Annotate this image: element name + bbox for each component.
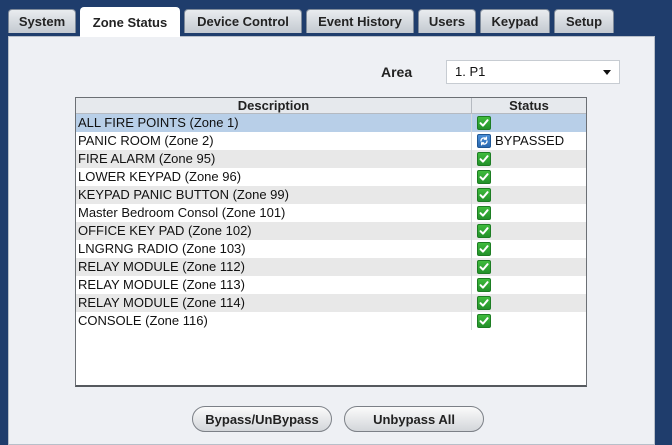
zone-description: RELAY MODULE (Zone 112)	[76, 258, 472, 276]
zone-description: KEYPAD PANIC BUTTON (Zone 99)	[76, 186, 472, 204]
zone-description: ALL FIRE POINTS (Zone 1)	[76, 114, 472, 132]
zone-description: FIRE ALARM (Zone 95)	[76, 150, 472, 168]
column-header-description[interactable]: Description	[76, 98, 472, 113]
bypass-unbypass-button[interactable]: Bypass/UnBypass	[192, 406, 332, 432]
table-row[interactable]: RELAY MODULE (Zone 113)	[76, 276, 586, 294]
zone-status-cell	[472, 276, 586, 294]
table-row[interactable]: FIRE ALARM (Zone 95)	[76, 150, 586, 168]
tab-setup[interactable]: Setup	[554, 9, 614, 33]
status-text: BYPASSED	[495, 133, 565, 148]
check-icon	[477, 152, 491, 166]
check-icon	[477, 206, 491, 220]
zone-status-cell	[472, 312, 586, 330]
zone-description: Master Bedroom Consol (Zone 101)	[76, 204, 472, 222]
zone-status-cell	[472, 186, 586, 204]
table-row[interactable]: KEYPAD PANIC BUTTON (Zone 99)	[76, 186, 586, 204]
tab-device-control[interactable]: Device Control	[184, 9, 302, 33]
area-label: Area	[381, 64, 413, 80]
table-row[interactable]: PANIC ROOM (Zone 2) BYPASSED	[76, 132, 586, 150]
tab-zone-status[interactable]: Zone Status	[80, 7, 180, 37]
area-selected-value: 1. P1	[455, 64, 486, 79]
zone-description: LOWER KEYPAD (Zone 96)	[76, 168, 472, 186]
table-row[interactable]: OFFICE KEY PAD (Zone 102)	[76, 222, 586, 240]
table-row[interactable]: LOWER KEYPAD (Zone 96)	[76, 168, 586, 186]
zone-status-cell	[472, 114, 586, 132]
table-row[interactable]: RELAY MODULE (Zone 114)	[76, 294, 586, 312]
table-row[interactable]: Master Bedroom Consol (Zone 101)	[76, 204, 586, 222]
table-row[interactable]: CONSOLE (Zone 116)	[76, 312, 586, 330]
zone-status-panel: Area 1. P1 Description Status ALL FIRE P…	[8, 36, 655, 445]
zone-description: CONSOLE (Zone 116)	[76, 312, 472, 330]
check-icon	[477, 116, 491, 130]
zone-description: RELAY MODULE (Zone 114)	[76, 294, 472, 312]
table-body: ALL FIRE POINTS (Zone 1) PANIC ROOM (Zone…	[76, 114, 586, 330]
check-icon	[477, 242, 491, 256]
zone-status-cell	[472, 204, 586, 222]
zone-status-cell	[472, 168, 586, 186]
chevron-down-icon	[603, 70, 611, 75]
tab-keypad[interactable]: Keypad	[480, 9, 550, 33]
zone-status-cell: BYPASSED	[472, 132, 586, 150]
table-row[interactable]: LNGRNG RADIO (Zone 103)	[76, 240, 586, 258]
area-select[interactable]: 1. P1	[446, 60, 620, 84]
table-row[interactable]: RELAY MODULE (Zone 112)	[76, 258, 586, 276]
check-icon	[477, 314, 491, 328]
bypass-icon	[477, 134, 491, 148]
check-icon	[477, 224, 491, 238]
zone-status-cell	[472, 222, 586, 240]
zone-description: RELAY MODULE (Zone 113)	[76, 276, 472, 294]
tab-users[interactable]: Users	[418, 9, 476, 33]
zone-description: LNGRNG RADIO (Zone 103)	[76, 240, 472, 258]
table-row[interactable]: ALL FIRE POINTS (Zone 1)	[76, 114, 586, 132]
zone-status-cell	[472, 240, 586, 258]
zone-table: Description Status ALL FIRE POINTS (Zone…	[75, 97, 587, 387]
tab-event-history[interactable]: Event History	[306, 9, 414, 33]
check-icon	[477, 296, 491, 310]
zone-status-cell	[472, 258, 586, 276]
column-header-status[interactable]: Status	[472, 98, 586, 113]
tab-system[interactable]: System	[8, 9, 76, 33]
check-icon	[477, 278, 491, 292]
unbypass-all-button[interactable]: Unbypass All	[344, 406, 484, 432]
check-icon	[477, 188, 491, 202]
check-icon	[477, 260, 491, 274]
check-icon	[477, 170, 491, 184]
table-header: Description Status	[76, 98, 586, 114]
zone-description: PANIC ROOM (Zone 2)	[76, 132, 472, 150]
zone-description: OFFICE KEY PAD (Zone 102)	[76, 222, 472, 240]
tab-bar: System Zone Status Device Control Event …	[0, 0, 672, 37]
zone-status-cell	[472, 150, 586, 168]
zone-status-cell	[472, 294, 586, 312]
